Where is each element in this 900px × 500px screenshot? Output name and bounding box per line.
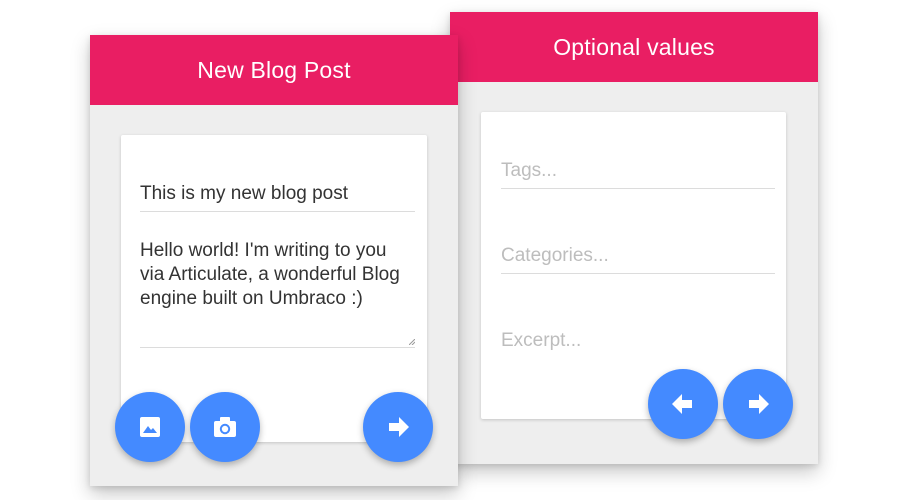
tags-placeholder: Tags... [501, 160, 557, 181]
camera-button[interactable] [190, 392, 260, 462]
post-title-input[interactable]: This is my new blog post [140, 183, 415, 212]
categories-placeholder: Categories... [501, 245, 609, 266]
image-icon [140, 417, 160, 437]
excerpt-input[interactable]: Excerpt... [501, 330, 775, 358]
next-button[interactable] [363, 392, 433, 462]
tags-input[interactable]: Tags... [501, 160, 775, 189]
next-step-button[interactable] [723, 369, 793, 439]
arrow-right-icon [749, 394, 769, 414]
arrow-left-icon [672, 394, 692, 414]
post-body-value: Hello world! I'm writing to you via Arti… [140, 240, 400, 309]
post-body-textarea[interactable]: Hello world! I'm writing to you via Arti… [140, 239, 415, 348]
optional-values-title: Optional values [553, 33, 715, 60]
optional-values-header: Optional values [450, 12, 818, 82]
categories-input[interactable]: Categories... [501, 245, 775, 274]
new-blog-post-panel: New Blog Post This is my new blog post H… [90, 35, 458, 486]
new-blog-post-title: New Blog Post [197, 56, 351, 83]
excerpt-placeholder: Excerpt... [501, 330, 582, 351]
arrow-right-icon [389, 417, 409, 437]
post-title-value: This is my new blog post [140, 183, 349, 204]
back-button[interactable] [648, 369, 718, 439]
camera-icon [214, 417, 236, 437]
resize-grip-icon[interactable] [409, 339, 415, 345]
optional-values-panel: Optional values Tags... Categories... Ex… [450, 12, 818, 464]
new-blog-post-header: New Blog Post [90, 35, 458, 105]
insert-image-button[interactable] [115, 392, 185, 462]
